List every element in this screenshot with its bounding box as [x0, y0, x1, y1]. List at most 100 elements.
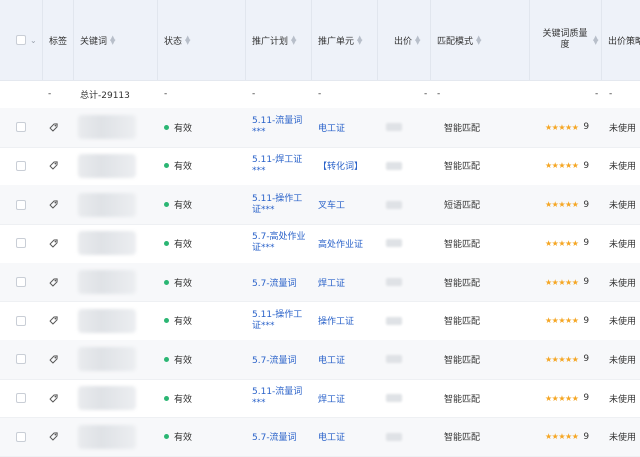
row-checkbox[interactable] [16, 160, 26, 171]
tag-icon[interactable] [48, 418, 59, 457]
row-checkbox-cell [16, 108, 26, 147]
unit-link[interactable]: 电工证 [318, 418, 345, 457]
unit-link[interactable]: 高处作业证 [318, 224, 363, 263]
strategy-text: 未使用 [609, 278, 637, 289]
col-tag-label: 标签 [49, 36, 68, 47]
plan-link[interactable]: 5.7-流量词 [252, 263, 310, 302]
sort-icon[interactable]: ▲ ▼ [110, 35, 115, 46]
sort-icon[interactable]: ▲ ▼ [185, 35, 190, 46]
col-status[interactable]: 状态 ▲ ▼ [158, 0, 246, 80]
table-row[interactable]: 有效 5.11-操作工证*** 叉车工 短语匹配 ★★★★★ 9 未使用 [0, 185, 640, 225]
row-checkbox[interactable] [16, 431, 26, 442]
col-match-label: 匹配模式 [437, 36, 474, 47]
col-keyword[interactable]: 关键词 ▲ ▼ [74, 0, 158, 80]
star-icon: ★★★★★ [545, 354, 579, 364]
tag-icon[interactable] [48, 379, 59, 418]
row-checkbox[interactable] [16, 315, 26, 326]
col-unit-label: 推广单元 [318, 36, 355, 47]
col-match[interactable]: 匹配模式 ▲ ▼ [431, 0, 530, 80]
row-checkbox[interactable] [16, 354, 26, 365]
plan-link[interactable]: 5.11-焊工证*** [252, 147, 310, 186]
unit-link[interactable]: 【转化词】 [318, 147, 363, 186]
summary-keyword-total: 总计-29113 [80, 90, 130, 101]
tag-icon[interactable] [48, 263, 59, 302]
unit-text: 高处作业证 [318, 239, 364, 250]
col-bid-label: 出价 [394, 36, 413, 47]
row-checkbox[interactable] [16, 238, 26, 249]
quality-score: 9 [583, 315, 590, 326]
unit-text: 操作工证 [318, 317, 355, 328]
col-plan-label: 推广计划 [252, 36, 289, 47]
quality-score: 9 [583, 354, 590, 365]
plan-link[interactable]: 5.11-流量词*** [252, 108, 310, 147]
match-cell: 智能匹配 [444, 108, 480, 147]
summary-unit: - [318, 89, 322, 99]
status-text: 有效 [174, 123, 193, 134]
sort-icon[interactable]: ▲ ▼ [476, 35, 481, 46]
star-icon: ★★★★★ [545, 277, 579, 287]
col-unit[interactable]: 推广单元 ▲ ▼ [312, 0, 378, 80]
unit-link[interactable]: 焊工证 [318, 379, 345, 418]
keyword-redacted [78, 185, 136, 224]
table-row[interactable]: 有效 5.7-流量词 电工证 智能匹配 ★★★★★ 9 未使用 [0, 417, 640, 457]
match-cell: 智能匹配 [444, 224, 480, 263]
row-checkbox-cell [16, 379, 26, 418]
plan-link[interactable]: 5.11-操作工证*** [252, 302, 310, 341]
table-row[interactable]: 有效 5.11-流量词*** 电工证 智能匹配 ★★★★★ 9 未使用 [0, 108, 640, 148]
tag-icon[interactable] [48, 224, 59, 263]
col-bid[interactable]: 出价 ▲ ▼ [378, 0, 431, 80]
summary-quality: - [595, 89, 599, 99]
tag-icon[interactable] [48, 147, 59, 186]
plan-text: 5.11-焊工证*** [252, 154, 303, 176]
tag-icon[interactable] [48, 108, 59, 147]
plan-link[interactable]: 5.7-高处作业证*** [252, 224, 310, 263]
plan-link[interactable]: 5.11-操作工证*** [252, 185, 310, 224]
plan-link[interactable]: 5.11-流量词*** [252, 379, 310, 418]
plan-link[interactable]: 5.7-流量词 [252, 340, 310, 379]
row-checkbox[interactable] [16, 199, 26, 210]
table-row[interactable]: 有效 5.7-流量词 焊工证 智能匹配 ★★★★★ 9 未使用 [0, 262, 640, 303]
match-text: 短语匹配 [444, 201, 481, 212]
table-row[interactable]: 有效 5.7-高处作业证*** 高处作业证 智能匹配 ★★★★★ 9 未使用 [0, 224, 640, 264]
plan-text: 5.11-流量词*** [252, 387, 303, 409]
col-strategy[interactable]: 出价策略 [602, 0, 640, 80]
sort-icon[interactable]: ▲ ▼ [593, 35, 598, 46]
table-row[interactable]: 有效 5.7-流量词 电工证 智能匹配 ★★★★★ 9 未使用 [0, 340, 640, 380]
row-checkbox[interactable] [16, 393, 26, 404]
chevron-down-icon[interactable]: ⌄ [30, 36, 37, 45]
col-plan[interactable]: 推广计划 ▲ ▼ [246, 0, 312, 80]
col-quality[interactable]: 关键词质量度 ▲ ▼ [530, 0, 602, 80]
star-icon: ★★★★★ [545, 122, 579, 132]
select-all-checkbox[interactable] [16, 35, 26, 45]
table-row[interactable]: 有效 5.11-流量词*** 焊工证 智能匹配 ★★★★★ 9 未使用 [0, 379, 640, 419]
summary-match: - [437, 89, 441, 99]
quality-score: 9 [583, 393, 590, 404]
keyword-redacted [78, 379, 136, 418]
row-checkbox-cell [16, 418, 26, 457]
status-text: 有效 [174, 433, 193, 444]
plan-link[interactable]: 5.7-流量词 [252, 418, 310, 457]
unit-link[interactable]: 操作工证 [318, 302, 354, 341]
tag-icon[interactable] [48, 302, 59, 341]
tag-icon[interactable] [48, 185, 59, 224]
match-text: 智能匹配 [444, 278, 481, 289]
sort-icon[interactable]: ▲ ▼ [357, 35, 362, 46]
bid-redacted [386, 418, 402, 457]
match-cell: 智能匹配 [444, 302, 480, 341]
sort-icon[interactable]: ▲ ▼ [415, 35, 420, 46]
row-checkbox[interactable] [16, 122, 26, 133]
tag-icon[interactable] [48, 340, 59, 379]
unit-link[interactable]: 电工证 [318, 340, 345, 379]
table-row[interactable]: 有效 5.11-焊工证*** 【转化词】 智能匹配 ★★★★★ 9 未使用 [0, 147, 640, 187]
unit-link[interactable]: 焊工证 [318, 263, 345, 302]
table-row[interactable]: 有效 5.11-操作工证*** 操作工证 智能匹配 ★★★★★ 9 未使用 [0, 302, 640, 341]
quality-cell: ★★★★★ 9 [545, 185, 589, 224]
sort-icon[interactable]: ▲ ▼ [291, 35, 296, 46]
unit-link[interactable]: 叉车工 [318, 185, 345, 224]
quality-score: 9 [583, 160, 590, 171]
status-dot [164, 279, 169, 285]
row-checkbox[interactable] [16, 277, 26, 288]
unit-link[interactable]: 电工证 [318, 108, 345, 147]
quality-cell: ★★★★★ 9 [545, 302, 589, 341]
status-text: 有效 [174, 355, 193, 366]
